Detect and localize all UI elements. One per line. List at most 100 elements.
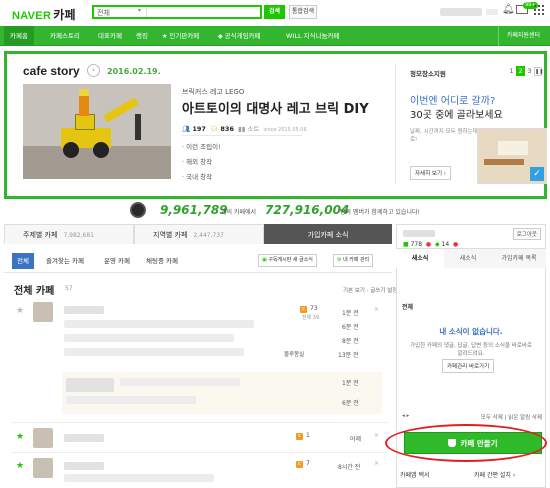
stat-two[interactable]: 14 (442, 241, 450, 248)
info-photo[interactable]: ✓ (477, 128, 547, 184)
main-nav: 카페홈 카페스토리 대표카페 랭킹 ★ 인기판카페 ◆ 공식게임카페 WILL 지식… (0, 26, 550, 46)
level-icon: ▮▮ (238, 125, 246, 133)
logo-naver: NAVER (12, 10, 52, 22)
close-icon[interactable]: × (374, 432, 379, 439)
nav-arrows-icon[interactable]: ◂ ▸ (402, 413, 409, 419)
nav-representative[interactable]: 대표카페 (92, 26, 128, 46)
cafe-manage-shortcut[interactable]: 카페관리 바로가기 (442, 359, 495, 373)
close-icon[interactable]: × (374, 306, 379, 313)
cafe-name[interactable] (64, 306, 104, 314)
naver-cafe-logo[interactable]: NAVER 카페 (12, 6, 76, 23)
nav-label: 카페홈 (10, 32, 28, 40)
list-item[interactable]: ★ c 7 8시간 전 × (12, 456, 384, 482)
info-pager: 1 2 3 ❚❚ (507, 66, 543, 76)
bullet-item[interactable]: · 국내 창작 (182, 170, 221, 185)
nav-cafe-story[interactable]: 카페스토리 (44, 26, 86, 46)
avatar[interactable] (33, 302, 53, 322)
sidebar-stats: ■ 778 ● ◆ 14 ● (403, 241, 458, 248)
top-bar: NAVER 카페 전체 ▾ 검색 통합검색 🔔︎ 99+ (0, 0, 550, 24)
sidebar-tab-joined[interactable]: 가입카페 목록 (492, 249, 546, 268)
pause-icon[interactable]: ❚❚ (534, 67, 543, 76)
apps-grid-icon[interactable] (534, 5, 544, 15)
user-name[interactable] (440, 8, 482, 16)
total-search-button[interactable]: 통합검색 (289, 5, 317, 19)
diamond-icon: ◆ (218, 33, 223, 40)
post-title[interactable] (64, 334, 234, 342)
banner-title: cafe story (23, 64, 80, 78)
check-icon: ✓ (530, 167, 544, 181)
bullet-item[interactable]: · 이런 조립이! (182, 140, 221, 155)
author-name[interactable]: 블루몽실 (284, 350, 304, 358)
post-title[interactable] (64, 320, 254, 328)
search-scope-select[interactable]: 전체 (97, 8, 110, 18)
bullet-item[interactable]: · 해외 창작 (182, 155, 221, 170)
subscribe-board-button[interactable]: ▣ 구독게시판 새 글소식 (258, 254, 317, 267)
avatar[interactable] (33, 428, 53, 448)
search-input[interactable]: 전체 ▾ (92, 5, 262, 19)
nav-official-game[interactable]: ◆ 공식게임카페 (212, 26, 267, 46)
tab-topic-cafe[interactable]: 주제별 카페 7,982,681 (4, 224, 134, 244)
subtab-divider (4, 272, 392, 273)
post-preview[interactable]: 1분 전 6분 전 (62, 372, 382, 414)
cafe-name[interactable] (64, 462, 104, 470)
tab-region-cafe[interactable]: 지역별 카페 2,447,737 (134, 224, 264, 244)
main-tabs: 주제별 카페 7,982,681 지역별 카페 2,447,737 가입카페 소식 (4, 224, 392, 244)
delete-links[interactable]: 모두 삭제 | 읽은 알림 삭제 (481, 413, 542, 421)
sidebar-user-name[interactable] (403, 230, 435, 237)
info-answer[interactable]: 30곳 중에 골라보세요 (410, 106, 503, 121)
sidebar-tab-news-2[interactable]: 새소식 (444, 249, 492, 268)
tab-count: 2,447,737 (193, 232, 224, 239)
nav-cafe-home[interactable]: 카페홈 (4, 26, 34, 46)
tab-joined-news[interactable]: 가입카페 소식 (264, 224, 392, 244)
page-3[interactable]: 3 (525, 66, 534, 76)
post-time: 6분 전 (342, 400, 359, 407)
cafe-subtitle: 브릭커스 레고 LEGO (182, 88, 245, 96)
banner-date: 2016.02.19. (107, 67, 161, 76)
page-1[interactable]: 1 (507, 66, 516, 76)
detail-button[interactable]: 자세히 보기 › (410, 166, 451, 180)
post-time: 1분 전 (342, 380, 359, 387)
post-title[interactable] (64, 474, 214, 482)
members-count: 197 (192, 125, 206, 133)
lego-photo[interactable] (23, 84, 171, 179)
search-button[interactable]: 검색 (264, 5, 285, 19)
page-2[interactable]: 2 (516, 66, 525, 76)
stat-one[interactable]: 778 (411, 241, 422, 248)
post-title[interactable] (64, 348, 244, 356)
star-icon[interactable]: ★ (16, 306, 24, 316)
cafe-stat-icon: ■ (403, 241, 409, 248)
manage-label: 내 카페 관리 (343, 257, 370, 263)
close-icon[interactable]: × (374, 460, 379, 467)
cafe-headline[interactable]: 아트토이의 대명사 레고 브릭 DIY (182, 98, 369, 117)
list-item[interactable]: ★ c 1 어제 × (12, 428, 384, 450)
cafe-app-link[interactable]: 카페앱 백서 (400, 472, 430, 479)
prev-arrow-icon[interactable]: ‹ (87, 64, 100, 77)
my-cafe-manage-button[interactable]: ⚙ 내 카페 관리 (333, 254, 374, 267)
cafe-name[interactable] (64, 434, 104, 442)
easy-install-link[interactable]: 카페 간편 설치 › (474, 470, 515, 479)
gear-icon: ⚙ (337, 257, 342, 263)
logout-button[interactable]: 로그아웃 (512, 228, 541, 240)
nav-will[interactable]: WILL 지식나눔카페 (280, 26, 346, 46)
all-cafe-count: 57 (65, 285, 73, 292)
comment-icon: c (296, 433, 303, 440)
subtab-managed[interactable]: 운영 카페 (104, 253, 130, 269)
cafe-bullets: · 이런 조립이! · 해외 창작 · 국내 창작 (182, 140, 221, 185)
bell-icon[interactable]: 🔔︎ (502, 4, 515, 15)
nav-popular[interactable]: ★ 인기판카페 (156, 26, 205, 46)
user-menu[interactable] (486, 9, 498, 15)
support-center-link[interactable]: 카페지원센터 (497, 26, 540, 46)
star-icon[interactable]: ★ (16, 432, 24, 442)
subtab-all[interactable]: 전체 (12, 253, 34, 269)
nav-ranking[interactable]: 랭킹 (130, 26, 154, 46)
tab-label: 주제별 카페 (23, 231, 58, 239)
star-icon[interactable]: ★ (16, 461, 24, 471)
list-item[interactable]: ★ c 73 전체 39 1분 전 6분 전 8분 전 블루몽실 13분 전 × (12, 300, 384, 368)
all-cafe-title: 전체 카페 (14, 286, 55, 297)
post-time: 13분 전 (338, 352, 359, 359)
subtab-favorite[interactable]: 즐겨찾는 카페 (46, 253, 84, 269)
info-question[interactable]: 이번엔 어디로 갈까? (410, 92, 495, 107)
avatar[interactable] (33, 458, 53, 478)
subtab-chatting[interactable]: 채팅중 카페 (146, 253, 178, 269)
sidebar-tab-news[interactable]: 새소식 (396, 249, 444, 268)
